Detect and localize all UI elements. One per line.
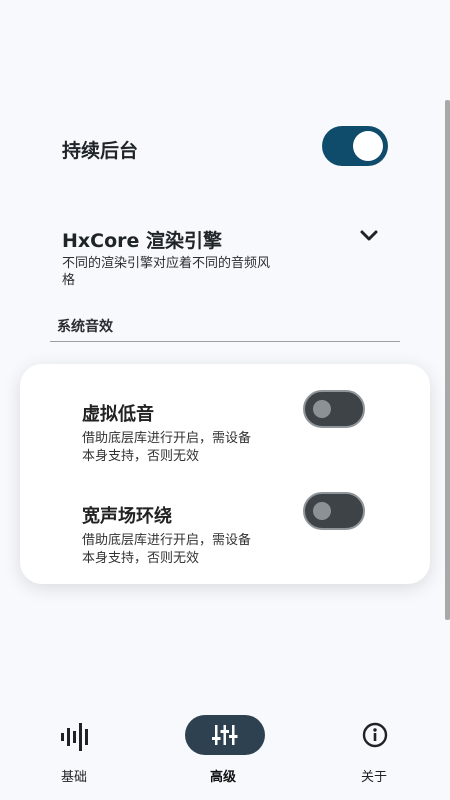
scrollbar[interactable] [445, 100, 450, 620]
info-icon [362, 722, 388, 748]
nav-item-basic[interactable]: 基础 [50, 718, 100, 798]
equalizer-sliders-icon [212, 725, 238, 745]
surround-desc-line2: 本身支持，否则无效 [82, 551, 200, 566]
surround-toggle[interactable] [303, 492, 365, 530]
system-effects-label: 系统音效 [57, 319, 113, 335]
waveform-icon [61, 723, 88, 751]
engine-description-line2: 格 [62, 273, 76, 288]
nav-label-basic: 基础 [61, 770, 88, 785]
virtual-bass-desc-line2: 本身支持，否则无效 [82, 449, 200, 464]
nav-item-about[interactable]: 关于 [350, 718, 400, 798]
effects-card: 虚拟低音 借助底层库进行开启，需设备 本身支持，否则无效 宽声场环绕 借助底层库… [20, 364, 430, 584]
toggle-knob [313, 400, 331, 418]
toggle-knob [313, 502, 331, 520]
virtual-bass-desc-line1: 借助底层库进行开启，需设备 [82, 431, 252, 446]
virtual-bass-title: 虚拟低音 [82, 404, 154, 425]
surround-desc-line1: 借助底层库进行开启，需设备 [82, 533, 252, 548]
toggle-knob [353, 131, 383, 161]
engine-title[interactable]: HxCore 渲染引擎 [62, 226, 222, 253]
virtual-bass-toggle[interactable] [303, 390, 365, 428]
keep-background-toggle[interactable] [322, 126, 388, 166]
nav-label-about: 关于 [361, 770, 388, 785]
chevron-down-icon[interactable] [357, 224, 381, 248]
nav-item-advanced[interactable]: 高级 [185, 715, 265, 795]
keep-background-label: 持续后台 [62, 140, 139, 162]
engine-description-line1: 不同的渲染引擎对应着不同的音频风 [62, 256, 271, 271]
divider [50, 341, 400, 342]
nav-label-advanced: 高级 [210, 770, 237, 785]
surround-title: 宽声场环绕 [82, 506, 172, 527]
